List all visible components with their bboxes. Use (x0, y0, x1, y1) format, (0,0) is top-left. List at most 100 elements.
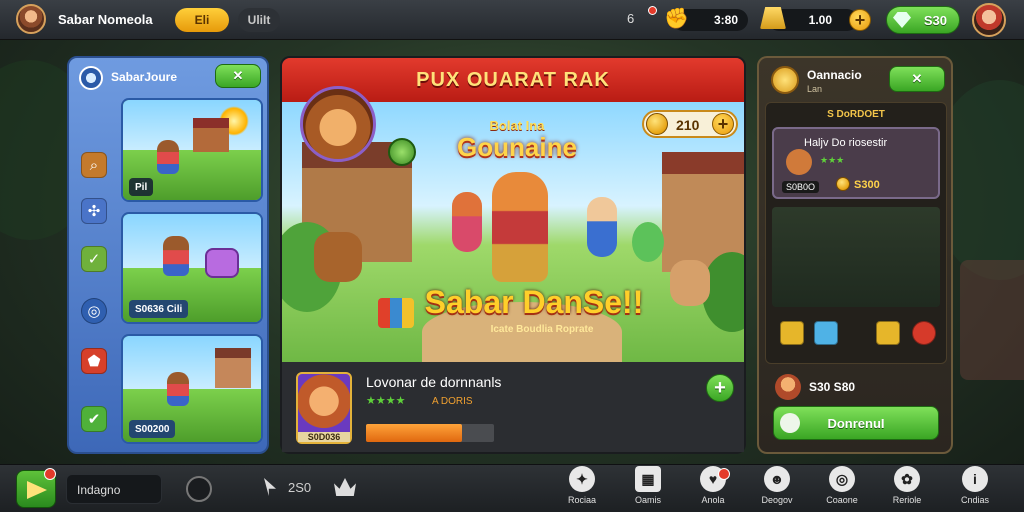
hand-icon (780, 413, 800, 433)
coin-counter[interactable]: 210 + (642, 110, 738, 138)
thumb-2-tag: S0636 Cili (129, 300, 189, 318)
coin-icon (836, 177, 850, 191)
nav-item-7[interactable]: i Cndias (950, 466, 1000, 510)
player-name: Sabar Nomeola (58, 12, 153, 27)
settings-icon: ✿ (894, 466, 920, 492)
bottom-mid-label: 2S0 (288, 480, 312, 495)
nav-item-1[interactable]: ✦ Rociaa (557, 466, 607, 510)
gift-boxes (378, 298, 414, 328)
character-red (452, 192, 482, 252)
reward-price: S30 S80 (809, 380, 856, 394)
right-panel-close-button[interactable]: ✕ (889, 66, 945, 92)
character (167, 372, 189, 406)
quest-add-button[interactable]: + (706, 374, 734, 402)
banner-title: Sabar DanSe!! (424, 284, 644, 320)
left-panel-logo-icon (79, 66, 103, 90)
item-red-token[interactable] (912, 321, 936, 345)
thumb-up-icon: ✊ (664, 8, 689, 30)
fox-hero-character (492, 172, 548, 282)
sun-badge-icon (771, 66, 799, 94)
quest-card[interactable]: S0D036 Lovonar de dornnanls ★★★★ A DORIS… (282, 362, 744, 452)
top-bar: Sabar Nomeola Eli UliIt 6 3:80 ✊ 1.00 + … (0, 0, 1024, 40)
compass-icon[interactable] (186, 476, 212, 502)
green-badge-icon (388, 138, 416, 166)
character-green (632, 222, 664, 262)
claim-button[interactable]: DonrenuI (773, 406, 939, 440)
game-thumb-1[interactable]: Pil (121, 98, 263, 202)
checkmark-icon[interactable]: ✔ (81, 406, 107, 432)
thumb-3-tag: S00200 (129, 420, 176, 438)
profile-avatar[interactable] (972, 3, 1006, 37)
nav-item-4[interactable]: ☻ Deogov (752, 466, 802, 510)
add-gold-button[interactable]: + (849, 9, 871, 31)
quest-desc: A DORIS (432, 396, 473, 407)
nav-item-2[interactable]: ▦ Oamis (623, 466, 673, 510)
right-panel-title: Oannacio (807, 68, 862, 82)
tab-inactive[interactable]: UliIt (238, 8, 280, 32)
background-house (960, 260, 1024, 380)
left-panel-close-button[interactable]: ✕ (215, 64, 261, 88)
nav-badge (718, 468, 730, 480)
featured-price: S300 (854, 179, 880, 191)
search-icon[interactable]: ⌕ (81, 152, 107, 178)
star-icon: ✦ (569, 466, 595, 492)
nav-item-3[interactable]: ♥ Anola (688, 466, 738, 510)
left-panel: SabarJoure ✕ ⌕ ✣ ✓ ◎ ⬟ ✔ Pil S0636 Cili … (67, 56, 269, 454)
character-dog-left (314, 232, 362, 282)
featured-tag: S0B0O (782, 181, 820, 193)
calendar-icon: ▦ (635, 466, 661, 492)
banner-subtitle: Icate Boudlia Roprate (490, 324, 594, 335)
character-blue (587, 197, 617, 257)
reward-avatar (775, 374, 801, 400)
quest-thumbnail: S0D036 (296, 372, 352, 444)
quest-progress-fill (366, 424, 462, 442)
level-icon[interactable]: 6 (627, 11, 634, 26)
shop-section-label: S DoRDOET (827, 109, 885, 120)
item-blue-crate[interactable] (814, 321, 838, 345)
nav-item-6[interactable]: ✿ Reriole (882, 466, 932, 510)
featured-offer-card[interactable]: Haljv Do riosestir ★★★ S0B0O S300 (772, 127, 940, 199)
featured-title: Haljv Do riosestir (804, 137, 888, 149)
game-thumb-3[interactable]: S00200 (121, 334, 263, 444)
coin-icon (646, 113, 668, 135)
lion-mascot-badge (300, 86, 376, 162)
play-badge (44, 468, 56, 480)
tab-active[interactable]: Eli (175, 8, 229, 32)
featured-stars: ★★★ (820, 155, 845, 165)
game-thumb-2[interactable]: S0636 Cili (121, 212, 263, 324)
left-panel-title: SabarJoure (111, 70, 178, 84)
character (157, 140, 179, 174)
target-icon[interactable]: ◎ (81, 298, 107, 324)
player-avatar[interactable] (16, 4, 46, 34)
search-field[interactable]: Indagno (66, 474, 162, 504)
notification-badge (648, 6, 657, 15)
nav-item-5[interactable]: ◎ Coaone (817, 466, 867, 510)
right-panel-subtitle: Lan (807, 84, 823, 94)
thumb-1-tag: Pil (129, 178, 154, 196)
quest-title: Lovonar de dornnanls (366, 374, 502, 390)
center-panel: PUX OUARAT RAK Bolat Ina Gounaine Sabar … (280, 56, 746, 454)
puzzle-icon[interactable]: ✣ (81, 198, 107, 224)
quest-card-tag: S0D036 (298, 432, 350, 442)
game-logo-small: Bolat Ina (489, 118, 545, 133)
shop-inner: S DoRDOET Haljv Do riosestir ★★★ S0B0O S… (765, 102, 947, 364)
game-logo: Gounaine (457, 132, 577, 162)
right-panel: Oannacio Lan ✕ S DoRDOET Haljv Do rioses… (757, 56, 953, 454)
face-icon: ☻ (764, 466, 790, 492)
shop-scene (772, 207, 940, 307)
character (163, 236, 189, 276)
quest-progress-track (366, 424, 494, 442)
quest-stars: ★★★★ (366, 395, 406, 407)
target-icon: ◎ (829, 466, 855, 492)
info-icon: i (962, 466, 988, 492)
character-dog-right (670, 260, 710, 306)
item-gold-crate[interactable] (780, 321, 804, 345)
arrow-icon (27, 481, 47, 499)
purple-creature (205, 248, 239, 278)
shield-icon[interactable]: ⬟ (81, 348, 107, 374)
check-icon[interactable]: ✓ (81, 246, 107, 272)
house (215, 348, 251, 388)
add-coins-button[interactable]: + (712, 113, 734, 135)
item-gold-chest[interactable] (876, 321, 900, 345)
featured-character (786, 149, 812, 175)
